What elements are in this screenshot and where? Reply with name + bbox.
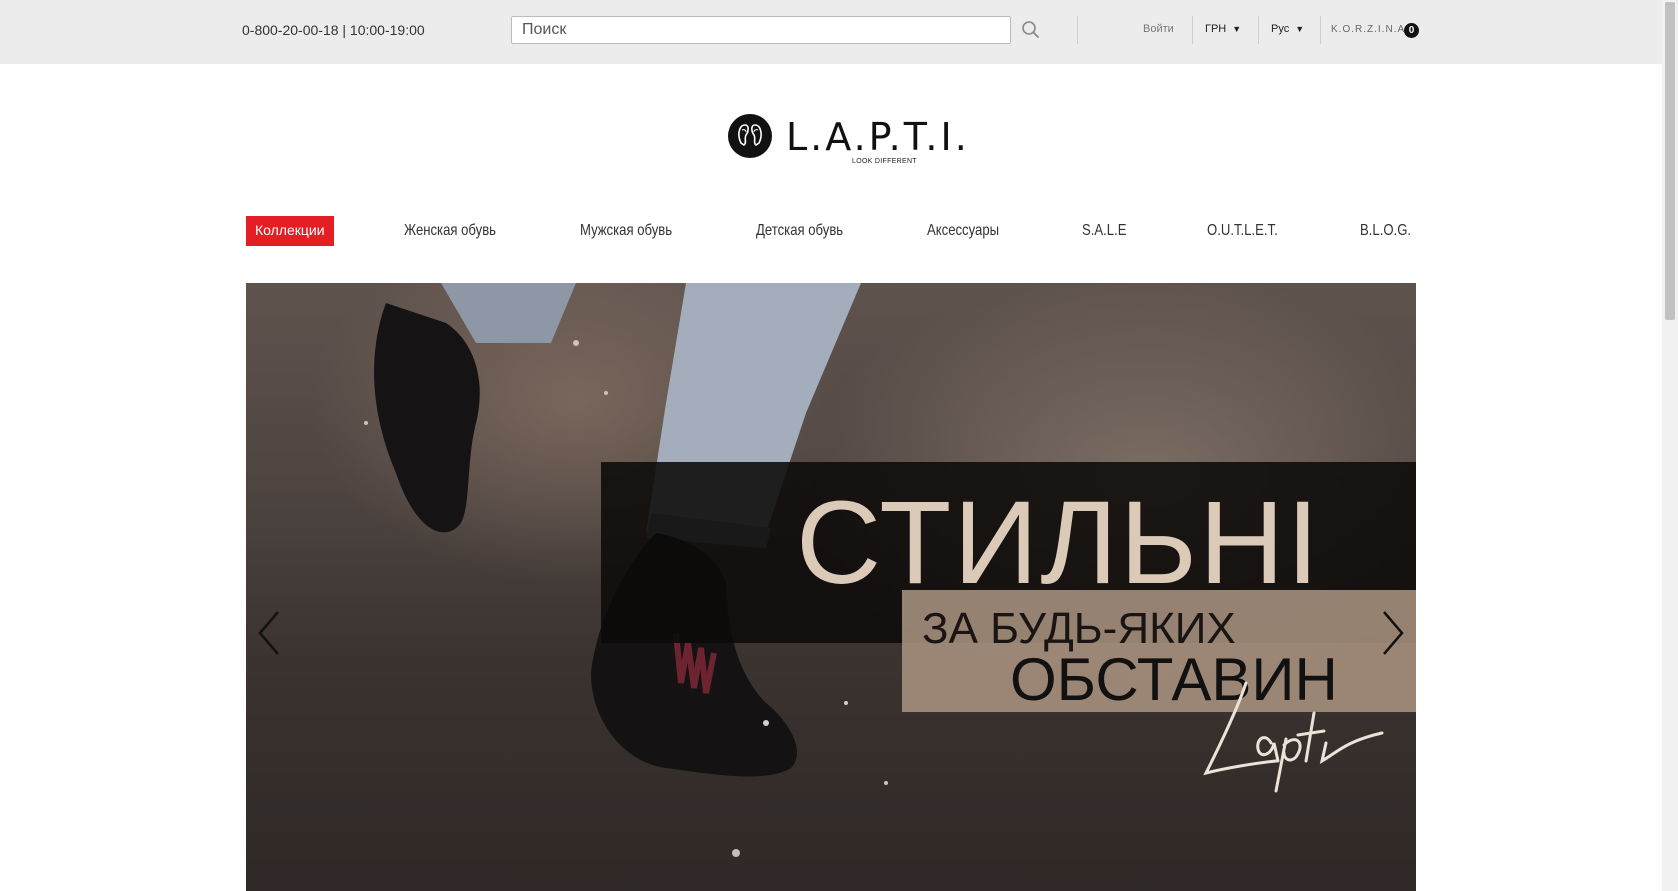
login-link[interactable]: Войти bbox=[1143, 23, 1174, 35]
nav-item-sale[interactable]: S.A.L.E bbox=[1082, 222, 1126, 240]
nav-item-outlet[interactable]: O.U.T.L.E.T. bbox=[1207, 222, 1278, 240]
hero-banner[interactable]: СТИЛЬНІ ЗА БУДЬ-ЯКИХ ОБСТАВИН bbox=[246, 283, 1416, 891]
divider bbox=[1258, 16, 1259, 44]
logo-mark-icon bbox=[728, 114, 772, 158]
divider bbox=[1320, 16, 1321, 44]
phone-hours: 0-800-20-00-18 | 10:00-19:00 bbox=[242, 22, 425, 38]
cart-count-badge: 0 bbox=[1404, 23, 1419, 38]
site-logo[interactable]: L.A.P.T.I. LOOK DIFFERENT bbox=[727, 113, 967, 169]
search-input[interactable] bbox=[512, 17, 1010, 43]
nav-item-kids[interactable]: Детская обувь bbox=[756, 222, 843, 240]
signature-logo bbox=[1203, 681, 1384, 793]
nav-item-collections[interactable]: Коллекции bbox=[246, 216, 334, 246]
logo-wordmark: L.A.P.T.I. bbox=[786, 115, 970, 159]
language-select[interactable]: Рус ▼ bbox=[1271, 23, 1304, 35]
caret-down-icon: ▼ bbox=[1232, 24, 1242, 34]
main-nav: Коллекции Женская обувь Мужская обувь Де… bbox=[246, 216, 1411, 246]
nav-item-accessories[interactable]: Аксессуары bbox=[927, 222, 999, 240]
arrow-right-icon[interactable] bbox=[1378, 608, 1408, 658]
nav-item-men[interactable]: Мужская обувь bbox=[580, 222, 672, 240]
currency-value: ГРН bbox=[1205, 23, 1227, 35]
logo-tagline: LOOK DIFFERENT bbox=[852, 158, 917, 165]
cart-link[interactable]: K.O.R.Z.I.N.A. bbox=[1331, 24, 1409, 35]
caret-down-icon: ▼ bbox=[1295, 24, 1305, 34]
top-bar: 0-800-20-00-18 | 10:00-19:00 Войти ГРН▼ … bbox=[0, 0, 1662, 64]
scrollbar-thumb[interactable] bbox=[1665, 2, 1675, 320]
scrollbar[interactable] bbox=[1662, 0, 1678, 891]
nav-item-blog[interactable]: B.L.O.G. bbox=[1360, 222, 1411, 240]
banner-title: СТИЛЬНІ bbox=[796, 477, 1322, 609]
currency-select[interactable]: ГРН ▼ bbox=[1205, 23, 1241, 35]
language-value: Рус bbox=[1271, 23, 1290, 35]
search-box bbox=[511, 16, 1011, 44]
divider bbox=[1192, 16, 1193, 44]
arrow-left-icon[interactable] bbox=[254, 608, 284, 658]
search-icon[interactable] bbox=[1020, 19, 1042, 41]
nav-item-women[interactable]: Женская обувь bbox=[404, 222, 496, 240]
divider bbox=[1077, 16, 1078, 44]
